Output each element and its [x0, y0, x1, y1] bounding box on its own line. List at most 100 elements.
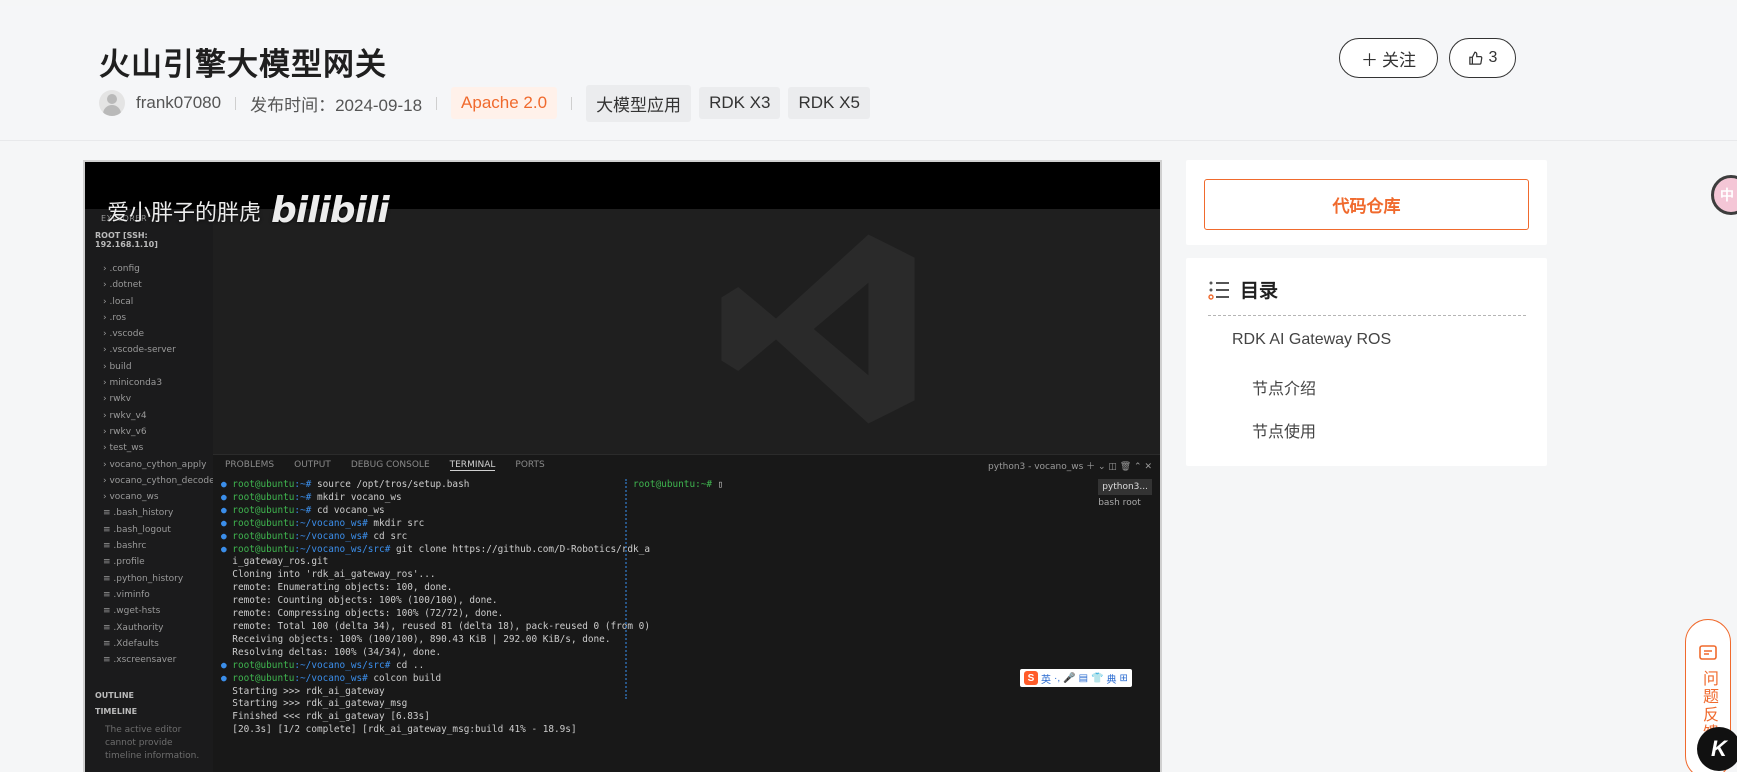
terminal-text: Starting >>> rdk_ai_gateway_msg	[232, 698, 408, 710]
tab-debug-console: DEBUG CONSOLE	[350, 460, 430, 470]
terminal-text: source /opt/tros/setup.bash	[311, 479, 470, 490]
terminal-path: :~/vocano_ws/src#	[294, 543, 391, 555]
terminal-text: Starting >>> rdk_ai_gateway	[232, 685, 385, 697]
explorer-item: › rwkv	[103, 394, 132, 405]
explorer-item: ≡ .bashrc	[103, 541, 147, 552]
keyboard-icon: ▤	[1078, 672, 1089, 684]
terminal-text: Resolving deltas: 100% (34/34), done.	[232, 646, 442, 658]
terminal-text: cd vocano_ws	[311, 504, 385, 516]
panel-toolbar: python3 - vocano_ws ＋ ⌄ ◫ 🗑 ⌃ ✕	[988, 462, 1152, 472]
explorer-item: › .vscode-server	[103, 345, 176, 356]
terminal-prompt: root@ubuntu	[232, 479, 295, 490]
terminal-line: Starting >>> rdk_ai_gateway_msg	[221, 698, 621, 711]
terminal-split-divider	[625, 479, 627, 699]
toc-item-node-intro[interactable]: 节点介绍	[1252, 375, 1316, 399]
terminal-line: ● root@ubuntu:~# source /opt/tros/setup.…	[221, 479, 621, 492]
explorer-item: ≡ .bash_history	[103, 508, 174, 519]
explorer-item: ≡ .python_history	[103, 573, 184, 584]
like-count: 3	[1488, 49, 1498, 66]
tab-terminal: TERMINAL	[449, 460, 496, 471]
vscode-logo-icon	[721, 234, 915, 424]
skin-icon: 👕	[1091, 672, 1104, 684]
prompt-dot-icon: ●	[221, 659, 233, 671]
cursor-icon: ▯	[717, 479, 724, 490]
explorer-item: › .dotnet	[103, 280, 142, 291]
panel-tabs: PROBLEMS OUTPUT DEBUG CONSOLE TERMINAL P…	[225, 460, 545, 471]
editor-area	[213, 209, 1160, 454]
article-meta: frank07080 发布时间：2024-09-18 Apache 2.0 大模…	[99, 84, 878, 122]
toc-header: 目录	[1208, 276, 1278, 303]
terminal-text: Receiving objects: 100% (100/100), 890.4…	[232, 633, 611, 645]
feedback-icon	[1699, 645, 1717, 660]
list-icon	[1208, 281, 1229, 300]
ime-item: 英	[1041, 674, 1051, 686]
meta-divider	[571, 96, 573, 110]
terminal-text: Finished <<< rdk_ai_gateway [6.83s]	[232, 711, 430, 723]
mic-icon: 🎤	[1063, 672, 1076, 684]
page-title: 火山引擎大模型网关	[99, 47, 387, 82]
terminal-line: remote: Compressing objects: 100% (72/72…	[221, 608, 621, 621]
explorer-item: › miniconda3	[103, 378, 163, 389]
terminal-indent	[221, 698, 232, 709]
terminal-line: Receiving objects: 100% (100/100), 890.4…	[221, 634, 621, 647]
terminal-text: mkdir src	[367, 517, 425, 529]
assistant-avatar[interactable]: 中	[1711, 175, 1737, 215]
toc-card: 目录 RDK AI Gateway ROS 节点介绍 节点使用	[1186, 258, 1547, 466]
terminal-list-item: bash root	[1098, 498, 1141, 508]
tag-llm-app[interactable]: 大模型应用	[586, 84, 692, 122]
terminal-text: remote: Counting objects: 100% (100/100)…	[232, 595, 498, 607]
toc-item-gateway-ros[interactable]: RDK AI Gateway ROS	[1232, 331, 1391, 349]
terminal-path: :~/vocano_ws#	[294, 672, 368, 684]
terminal-text: remote: Compressing objects: 100% (72/72…	[232, 608, 504, 620]
explorer-item: › vocano_cython_decode	[103, 475, 215, 486]
tag-rdk-x5[interactable]: RDK X5	[788, 87, 870, 119]
vscode-screen: EXPLORER ROOT [SSH: 192.168.1.10] › .con…	[85, 209, 1160, 772]
terminal-path: :~#	[294, 504, 312, 516]
terminal-indent	[221, 608, 232, 619]
repo-card: 代码仓库	[1186, 160, 1547, 245]
author-name[interactable]: frank07080	[136, 93, 221, 113]
terminal-prompt: root@ubuntu	[232, 504, 295, 516]
article-header: 火山引擎大模型网关 frank07080 发布时间：2024-09-18 Apa…	[0, 6, 1737, 141]
terminal-text: Cloning into 'rdk_ai_gateway_ros'...	[232, 569, 436, 581]
publish-date: 发布时间：2024-09-18	[250, 95, 423, 115]
toc-item-node-usage[interactable]: 节点使用	[1252, 418, 1316, 442]
terminal-indent	[221, 582, 232, 593]
ime-toolbar: S 英 ·, 🎤 ▤ 👕 典 ⊞	[1020, 669, 1132, 687]
terminal-line: ● root@ubuntu:~/vocano_ws# mkdir src	[221, 518, 621, 531]
terminal-line: Starting >>> rdk_ai_gateway	[221, 686, 621, 699]
prompt-dot-icon: ●	[221, 543, 233, 555]
explorer-item: ≡ .bash_logout	[103, 524, 171, 535]
outline-section: OUTLINE	[95, 691, 134, 700]
author-avatar[interactable]	[99, 90, 125, 116]
prompt-dot-icon: ●	[221, 517, 233, 529]
terminal-prompt: root@ubuntu	[232, 530, 295, 542]
terminal-indent	[221, 711, 232, 722]
meta-divider	[235, 96, 237, 110]
ime-item: 典	[1106, 674, 1117, 686]
prompt-dot-icon: ●	[221, 530, 233, 542]
follow-button[interactable]: ＋ 关注	[1339, 38, 1438, 78]
explorer-item: › rwkv_v4	[103, 410, 147, 421]
terminal-path: :~#	[294, 479, 312, 490]
bilibili-logo: bilibili	[271, 190, 390, 231]
terminal-line: ● root@ubuntu:~/vocano_ws# cd src	[221, 531, 621, 544]
grid-icon: ⊞	[1119, 672, 1128, 684]
terminal-text: cd ..	[390, 659, 425, 671]
terminal-text: remote: Enumerating objects: 100, done.	[232, 582, 453, 594]
explorer-item: › .config	[103, 264, 140, 274]
terminal-path: :~/vocano_ws#	[294, 530, 368, 542]
terminal-text: [20.3s] [1/2 complete] [rdk_ai_gateway_m…	[232, 724, 577, 736]
explorer-list: › .config › .dotnet › .local › .ros › .vscod…	[103, 261, 215, 668]
code-repo-button[interactable]: 代码仓库	[1204, 179, 1529, 230]
terminal-line: Cloning into 'rdk_ai_gateway_ros'...	[221, 569, 621, 582]
prompt-dot-icon: ●	[221, 479, 233, 490]
watermark-text: 爱小胖子的胖虎	[107, 200, 262, 226]
like-button[interactable]: 3	[1449, 38, 1516, 78]
explorer-root: ROOT [SSH: 192.168.1.10]	[95, 231, 158, 249]
terminal2-prompt: root@ubuntu:~#	[633, 479, 718, 490]
k-logo-icon[interactable]: K	[1697, 727, 1737, 771]
timeline-section: TIMELINE	[95, 707, 138, 716]
tag-rdk-x3[interactable]: RDK X3	[699, 87, 781, 119]
video-player[interactable]: EXPLORER ROOT [SSH: 192.168.1.10] › .con…	[83, 160, 1162, 772]
